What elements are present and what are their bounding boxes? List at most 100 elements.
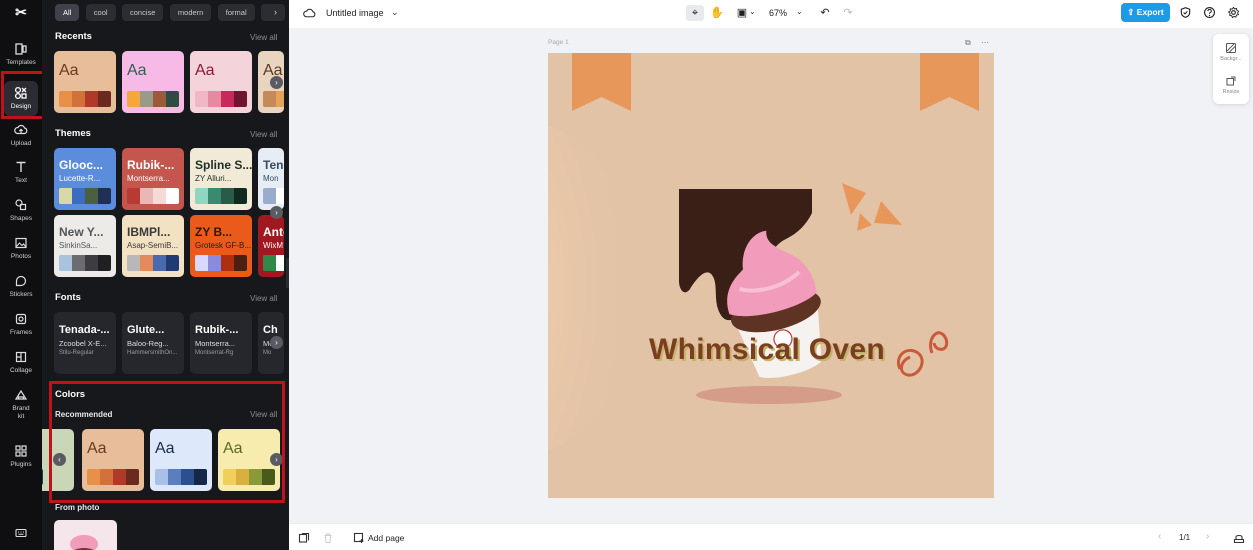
chip-concise[interactable]: concise — [122, 4, 164, 21]
font-subheading-name: Zcoobel X-E... — [59, 339, 107, 348]
background-tool-button[interactable]: Backgr... — [1213, 42, 1249, 62]
palette-aa-label: Aa — [127, 62, 147, 79]
add-page-button[interactable]: Add page — [368, 533, 404, 543]
capcut-logo-icon[interactable]: ✂ — [12, 4, 30, 20]
add-page-icon[interactable] — [353, 532, 365, 544]
font-pair-card[interactable]: Glute... Baloo-Reg... HammersmithOn... — [122, 312, 184, 374]
previous-page-icon[interactable]: ‹ — [1158, 531, 1161, 542]
theme-card[interactable]: IBMPl... Asap-SemiB... — [122, 215, 184, 277]
rail-item-collage[interactable]: Collage — [0, 350, 42, 388]
cupcake-thumbnail-image — [70, 535, 98, 550]
pages-overview-icon[interactable] — [298, 532, 310, 544]
color-swatch — [262, 469, 275, 485]
chip-cool[interactable]: cool — [85, 4, 116, 21]
rail-item-photos[interactable]: Photos — [0, 236, 42, 274]
palette-aa-label: Aa — [59, 62, 79, 79]
rail-item-brand-kit[interactable]: Brand kit — [0, 388, 42, 432]
color-swatch — [140, 255, 153, 271]
poster-artwork — [548, 53, 994, 498]
colors-view-all[interactable]: View all — [250, 410, 277, 419]
font-body-name: Mo — [263, 350, 272, 356]
recents-view-all[interactable]: View all — [250, 33, 277, 42]
theme-card[interactable]: Anto WixM — [258, 215, 284, 277]
zoom-level[interactable]: 67% — [769, 8, 787, 18]
chip-formal[interactable]: formal — [217, 4, 255, 21]
theme-card[interactable]: ZY B... Grotesk GF-B... — [190, 215, 252, 277]
color-swatch — [127, 188, 140, 204]
chips-next-button[interactable]: › — [267, 4, 284, 21]
rail-item-upload[interactable]: Upload — [0, 123, 42, 161]
redo-button[interactable]: ↷ — [839, 5, 857, 21]
page-more-icon[interactable]: ⋯ — [981, 38, 989, 47]
duplicate-page-icon[interactable]: ⧉ — [965, 38, 971, 47]
from-photo-thumbnail[interactable] — [54, 520, 117, 550]
hand-tool-button[interactable]: ✋ — [708, 5, 726, 21]
rail-item-stickers[interactable]: Stickers — [0, 274, 42, 312]
rail-item-shapes[interactable]: Shapes — [0, 198, 42, 236]
color-swatch — [153, 91, 166, 107]
color-swatch — [166, 255, 179, 271]
rail-item-design[interactable]: Design — [0, 80, 42, 118]
settings-gear-icon[interactable] — [1227, 6, 1240, 19]
theme-card[interactable]: Rubik-... Montserra... — [122, 148, 184, 210]
palette-aa-label: Aa — [223, 440, 243, 457]
rail-item-frames[interactable]: Frames — [0, 312, 42, 350]
delete-page-icon[interactable] — [322, 532, 334, 544]
palette-card[interactable]: Aa — [82, 429, 144, 491]
palette-card[interactable]: Aa — [122, 51, 184, 113]
themes-next-icon[interactable]: › — [270, 206, 283, 219]
chip-modern[interactable]: modern — [169, 4, 212, 21]
theme-card[interactable]: Ten Mon — [258, 148, 284, 210]
recents-next-icon[interactable]: › — [270, 76, 283, 89]
theme-card[interactable]: New Y... SinkinSa... — [54, 215, 116, 277]
color-swatch — [59, 188, 72, 204]
zoom-chevron-down-icon[interactable]: ⌄ — [796, 7, 803, 16]
layers-icon[interactable] — [1233, 532, 1245, 544]
resize-tool-button[interactable]: Resize — [1213, 75, 1249, 95]
theme-card[interactable]: Spline S... ZY Alluri... — [190, 148, 252, 210]
next-page-icon[interactable]: › — [1206, 531, 1209, 542]
theme-heading-font: Rubik-... — [127, 158, 175, 172]
chip-all[interactable]: All — [55, 4, 80, 21]
fonts-view-all[interactable]: View all — [250, 294, 277, 303]
palette-card[interactable]: Aa — [190, 51, 252, 113]
colors-prev-icon[interactable]: ‹ — [53, 453, 66, 466]
themes-view-all[interactable]: View all — [250, 130, 277, 139]
shapes-icon — [15, 199, 27, 211]
keyboard-shortcuts-button[interactable] — [0, 526, 42, 540]
select-tool-button[interactable]: ⌖ — [686, 5, 704, 21]
document-title[interactable]: Untitled image — [326, 8, 384, 18]
font-subheading-name: Montserra... — [195, 339, 236, 348]
rail-label: Text — [15, 177, 27, 184]
rail-item-templates[interactable]: Templates — [0, 42, 42, 80]
cloud-sync-icon[interactable] — [303, 7, 316, 20]
rail-item-plugins[interactable]: Plugins — [0, 444, 42, 482]
font-pair-card[interactable]: Tenada-... Zcoobel X-E... Stilu-Regular — [54, 312, 116, 374]
page-tools: ⧉ ⋯ — [965, 38, 989, 48]
colors-title: Colors — [55, 389, 86, 400]
color-swatch — [59, 91, 72, 107]
shield-icon[interactable] — [1179, 6, 1192, 19]
color-swatch — [221, 255, 234, 271]
design-icon — [14, 86, 27, 100]
rail-item-text[interactable]: Text — [0, 160, 42, 198]
theme-heading-font: Anto — [263, 225, 284, 239]
undo-button[interactable]: ↶ — [816, 5, 834, 21]
palette-card[interactable]: Aa — [54, 51, 116, 113]
export-button[interactable]: ⇪ Export — [1121, 3, 1170, 22]
layout-chevron-down-icon[interactable]: ⌄ — [749, 7, 756, 16]
artboard[interactable]: Whimsical Oven — [548, 53, 994, 498]
fonts-next-icon[interactable]: › — [270, 336, 283, 349]
colors-next-icon[interactable]: › — [270, 453, 283, 466]
help-icon[interactable] — [1203, 6, 1216, 19]
color-swatch — [72, 188, 85, 204]
color-swatch — [221, 188, 234, 204]
color-swatch — [208, 91, 221, 107]
theme-card[interactable]: Glooc... Lucette-R... — [54, 148, 116, 210]
export-upload-icon: ⇪ — [1127, 7, 1137, 17]
poster-headline[interactable]: Whimsical Oven — [649, 333, 885, 367]
title-chevron-down-icon[interactable]: ⌄ — [391, 7, 399, 18]
theme-body-font: Mon — [263, 174, 279, 183]
palette-card[interactable]: Aa — [150, 429, 212, 491]
font-pair-card[interactable]: Rubik-... Montserra... Montserrat-Rg — [190, 312, 252, 374]
